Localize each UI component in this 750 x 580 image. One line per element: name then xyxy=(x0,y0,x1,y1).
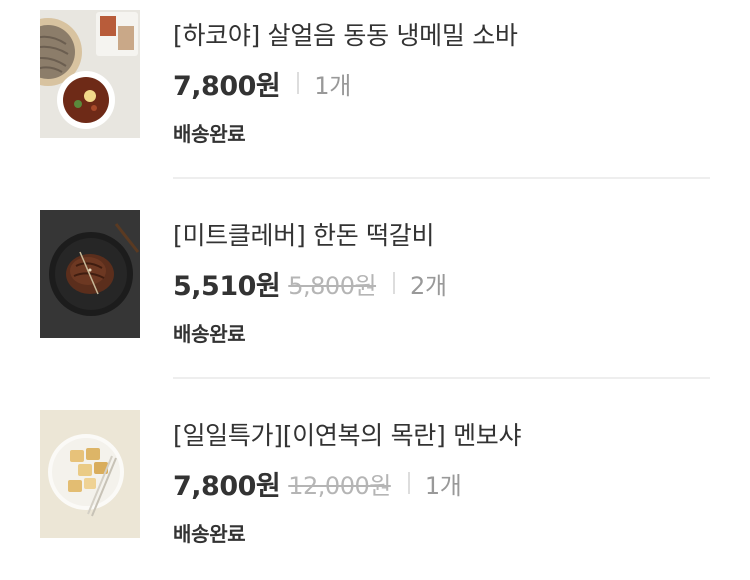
item-separator xyxy=(173,377,710,379)
price-quantity-divider xyxy=(393,272,396,294)
quantity: 2개 xyxy=(410,271,447,300)
product-thumbnail-tteokgalbi[interactable] xyxy=(40,210,140,338)
sale-price: 5,510원 xyxy=(173,270,281,302)
delivery-status: 배송완료 xyxy=(173,322,246,346)
sale-price: 7,800원 xyxy=(173,470,281,502)
price-row: 7,800원 12,000원 1개 xyxy=(173,464,462,502)
soba-photo-icon xyxy=(40,10,140,138)
quantity: 1개 xyxy=(424,471,462,500)
product-name[interactable]: [일일특가][이연복의 목란] 멘보샤 xyxy=(173,416,522,452)
order-item[interactable]: [하코야] 살얼음 동동 냉메밀 소바 7,800원 1개 배송완료 xyxy=(0,0,750,180)
order-item[interactable]: [미트클레버] 한돈 떡갈비 5,510원 5,800원 2개 배송완료 xyxy=(0,200,750,380)
price-row: 7,800원 1개 xyxy=(173,64,351,102)
product-name[interactable]: [하코야] 살얼음 동동 냉메밀 소바 xyxy=(173,16,518,52)
delivery-status: 배송완료 xyxy=(173,522,246,546)
original-price: 5,800원 xyxy=(288,271,377,300)
price-quantity-divider xyxy=(297,72,300,94)
price-row: 5,510원 5,800원 2개 xyxy=(173,264,447,302)
quantity: 1개 xyxy=(314,71,351,100)
product-thumbnail-soba[interactable] xyxy=(40,10,140,138)
product-thumbnail-menbosha[interactable] xyxy=(40,410,140,538)
menbosha-photo-icon xyxy=(40,410,140,538)
product-name[interactable]: [미트클레버] 한돈 떡갈비 xyxy=(173,216,435,252)
price-quantity-divider xyxy=(407,472,410,494)
order-item[interactable]: [일일특가][이연복의 목란] 멘보샤 7,800원 12,000원 1개 배송… xyxy=(0,400,750,580)
original-price: 12,000원 xyxy=(288,471,391,500)
tteokgalbi-photo-icon xyxy=(40,210,140,338)
sale-price: 7,800원 xyxy=(173,70,281,102)
delivery-status: 배송완료 xyxy=(173,122,246,146)
order-item-list: [하코야] 살얼음 동동 냉메밀 소바 7,800원 1개 배송완료 [미트클레… xyxy=(0,0,750,555)
item-separator xyxy=(173,177,710,179)
